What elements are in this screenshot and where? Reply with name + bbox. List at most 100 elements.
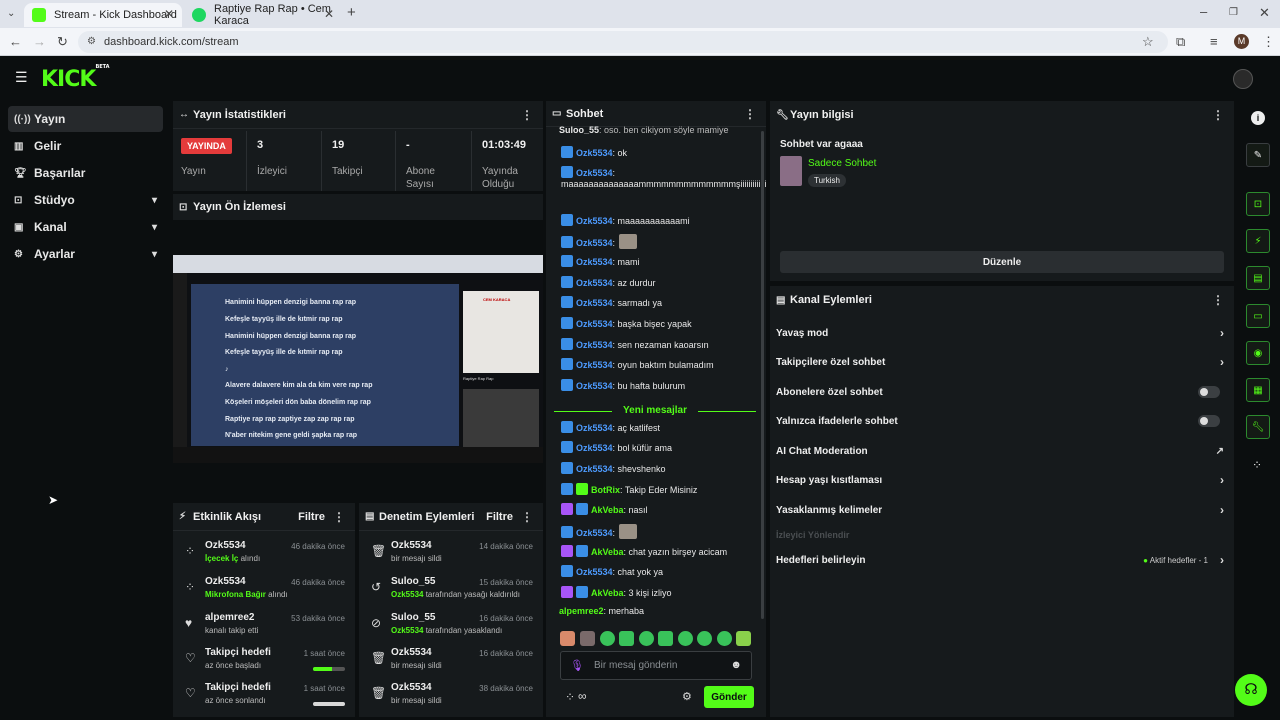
chat-username[interactable]: Ozk5534 [576,319,613,329]
sidebar-item-studyo[interactable]: ⊡ Stüdyo ▾ [8,187,163,213]
chat-username[interactable]: alpemree2 [559,606,604,616]
user-dots-icon[interactable]: ⁘ [565,690,575,704]
chat-username[interactable]: Ozk5534 [576,168,613,178]
browser-tab-kick[interactable]: Stream - Kick Dashboard ✕ [24,3,182,27]
pencil-tool-button[interactable]: ✎ [1246,143,1270,167]
emote-icon[interactable] [717,631,732,646]
activity-detail: kanalı takip etti [205,626,259,635]
close-window-icon[interactable]: ✕ [1259,5,1270,21]
more-options-icon[interactable]: ⋮ [744,107,756,121]
stream-preview-video[interactable]: Hanimini hüppen denzigi banna rap rap Ke… [173,255,543,463]
extensions-icon[interactable]: ⧉ [1176,34,1185,50]
subscribers-only-toggle[interactable] [1198,386,1220,398]
emote-icon[interactable] [639,631,654,646]
more-options-icon[interactable]: ⋮ [333,510,345,524]
chat-username[interactable]: Ozk5534 [576,257,613,267]
media-control-icon[interactable]: ≡ [1210,34,1218,50]
chat-username[interactable]: Suloo_55 [559,125,599,135]
sidebar-item-yayin[interactable]: ((·)) Yayın [8,106,163,132]
chat-username[interactable]: Ozk5534 [576,567,613,577]
more-options-icon[interactable]: ⋮ [521,510,533,524]
chat-username[interactable]: Ozk5534 [576,443,613,453]
chat-input[interactable]: 🎙︎ Bir mesaj gönderin ☻ [560,651,752,680]
more-options-icon[interactable]: ⋮ [1212,108,1224,122]
more-options-icon[interactable]: ⋮ [1212,293,1224,307]
filter-button[interactable]: Filtre [486,511,513,523]
emote-icon[interactable] [600,631,615,646]
channel-actions-tool-button[interactable]: ▦ [1246,378,1270,402]
emote-icon[interactable] [678,631,693,646]
channel-action-banned-words[interactable]: Yasaklanmış kelimeler › [776,499,1224,521]
emoji-picker-icon[interactable]: ☻ [730,659,742,671]
kick-logo[interactable]: KICKBETA [41,64,110,92]
chat-username[interactable]: Ozk5534 [576,381,613,391]
chat-username[interactable]: Ozk5534 [576,423,613,433]
channel-action-account-age[interactable]: Hesap yaşı kısıtlaması › [776,469,1224,491]
filter-button[interactable]: Filtre [298,511,325,523]
info-icon[interactable]: i [1251,111,1265,125]
minimize-icon[interactable]: – [1200,4,1207,20]
sidebar-item-basarilar[interactable]: 🏆︎ Başarılar [8,160,163,186]
chat-username[interactable]: Ozk5534 [576,148,613,158]
close-icon[interactable]: ✕ [164,7,174,21]
new-tab-icon[interactable]: + [347,5,356,21]
wrench-tool-button[interactable]: 🔧︎ [1246,415,1270,439]
chat-username[interactable]: AkVeba [591,505,624,515]
channel-action-ai-moderation[interactable]: AI Chat Moderation ↗ [776,440,1224,462]
browser-tab-spotify[interactable]: Raptiye Rap Rap • Cem Karaca ✕ [184,3,342,27]
emote-icon[interactable] [580,631,595,646]
sidebar-item-kanal[interactable]: ▣ Kanal ▾ [8,214,163,240]
chat-username[interactable]: BotRix [591,485,620,495]
profile-avatar[interactable]: M [1234,34,1249,49]
sidebar-item-ayarlar[interactable]: ⚙ Ayarlar ▾ [8,241,163,267]
emote-icon[interactable] [697,631,712,646]
close-icon[interactable]: ✕ [324,7,334,21]
document-tool-button[interactable]: ▤ [1246,266,1270,290]
emote-icon[interactable] [619,631,634,646]
user-dots-icon[interactable]: ⁘ [1252,458,1262,472]
restore-icon[interactable]: ❐ [1229,5,1238,21]
chat-username[interactable]: Ozk5534 [576,216,613,226]
channel-action-goals[interactable]: Hedefleri belirleyin ● Aktif hedefler - … [776,549,1224,571]
chat-scrollbar[interactable] [761,131,764,619]
address-bar[interactable]: ⚙ dashboard.kick.com/stream [78,31,1168,53]
send-button[interactable]: Gönder [704,686,754,708]
chat-username[interactable]: AkVeba [591,547,624,557]
reload-icon[interactable]: ↻ [57,34,68,50]
chat-username[interactable]: Ozk5534 [576,298,613,308]
chat-username[interactable]: Ozk5534 [576,278,613,288]
microphone-icon[interactable]: 🎙︎ [570,659,584,672]
emote-icon[interactable] [560,631,575,646]
chat-username[interactable]: Ozk5534 [576,238,613,248]
lightning-tool-button[interactable]: ⚡︎ [1246,229,1270,253]
chat-username[interactable]: Ozk5534 [576,360,613,370]
chat-settings-icon[interactable]: ⚙ [682,690,692,703]
infinity-icon[interactable]: ∞ [578,689,587,703]
emotes-only-toggle[interactable] [1198,415,1220,427]
channel-action-slow-mode[interactable]: Yavaş mod › [776,322,1224,344]
chat-username[interactable]: Ozk5534 [576,464,613,474]
chat-username[interactable]: Ozk5534 [576,528,613,538]
chat-username[interactable]: Ozk5534 [576,340,613,350]
chat-tool-button[interactable]: ▭ [1246,304,1270,328]
hamburger-menu-icon[interactable]: ☰ [15,69,28,86]
site-info-icon[interactable]: ⚙ [87,31,96,53]
back-icon[interactable]: ← [9,34,22,50]
category-link[interactable]: Sadece Sohbet [808,158,876,169]
emote-icon[interactable] [736,631,751,646]
sidebar-item-gelir[interactable]: ▥ Gelir [8,133,163,159]
tab-list-icon[interactable]: ⌄ [7,6,15,22]
support-chat-button[interactable]: ☊ [1235,674,1267,706]
forward-icon[interactable]: → [33,34,46,50]
emote-icon[interactable] [658,631,673,646]
chat-username[interactable]: AkVeba [591,588,624,598]
broadcast-tool-button[interactable]: ◉ [1246,341,1270,365]
browser-menu-icon[interactable]: ⋮ [1262,34,1275,50]
edit-button[interactable]: Düzenle [780,251,1224,273]
user-badge-icon [561,214,573,226]
bookmark-star-icon[interactable]: ☆ [1142,34,1154,50]
user-avatar[interactable] [1233,69,1253,89]
focus-tool-button[interactable]: ⊡ [1246,192,1270,216]
more-options-icon[interactable]: ⋮ [521,108,533,122]
channel-action-followers-only[interactable]: Takipçilere özel sohbet › [776,351,1224,373]
